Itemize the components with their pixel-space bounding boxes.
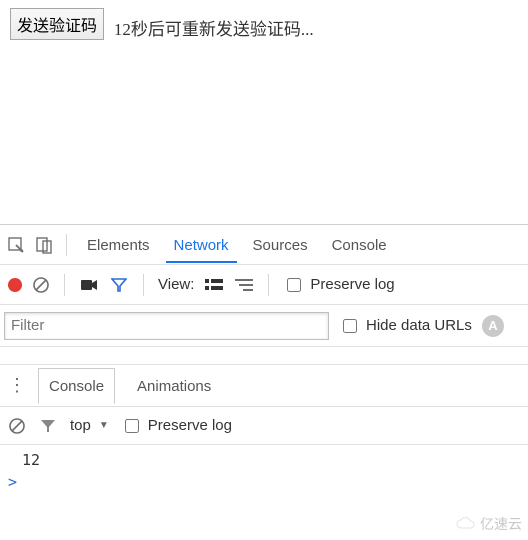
divider: [143, 274, 144, 296]
page-content: 发送验证码 12秒后可重新发送验证码...: [0, 0, 528, 224]
console-log-line: 12: [0, 449, 528, 471]
console-context-selector[interactable]: top ▼: [70, 417, 109, 434]
network-filter-bar: Hide data URLs A: [0, 305, 528, 347]
inspect-icon[interactable]: [6, 235, 26, 255]
divider: [64, 274, 65, 296]
tab-console[interactable]: Console: [324, 227, 395, 262]
tab-network[interactable]: Network: [166, 227, 237, 263]
tab-elements[interactable]: Elements: [79, 227, 158, 262]
send-code-button[interactable]: 发送验证码: [10, 8, 104, 40]
console-toolbar: top ▼ Preserve log: [0, 407, 528, 445]
preserve-log-input[interactable]: [287, 278, 301, 292]
console-prompt[interactable]: >: [0, 471, 528, 493]
countdown-text: 12秒后可重新发送验证码...: [114, 20, 314, 39]
console-filter-icon[interactable]: [38, 416, 58, 436]
filter-icon[interactable]: [109, 275, 129, 295]
waterfall-icon[interactable]: [234, 275, 254, 295]
divider: [66, 234, 67, 256]
preserve-log-checkbox[interactable]: Preserve log: [283, 275, 394, 295]
divider: [268, 274, 269, 296]
watermark: 亿速云: [456, 514, 522, 534]
network-toolbar: View: Preserve log: [0, 265, 528, 305]
filter-input[interactable]: [4, 312, 329, 340]
device-icon[interactable]: [34, 235, 54, 255]
drawer-tabs: ⋮ Console Animations: [0, 365, 528, 407]
drawer-tab-console[interactable]: Console: [38, 368, 115, 404]
kebab-icon[interactable]: ⋮: [8, 375, 26, 396]
devtools-panel: Elements Network Sources Console View: P…: [0, 224, 528, 493]
console-preserve-log-input[interactable]: [125, 419, 139, 433]
record-icon[interactable]: [8, 278, 22, 292]
watermark-text: 亿速云: [480, 514, 522, 534]
console-clear-icon[interactable]: [8, 417, 26, 435]
hide-data-urls-label: Hide data URLs: [366, 317, 472, 334]
view-label: View:: [158, 276, 194, 293]
hide-data-urls-input[interactable]: [343, 319, 357, 333]
filter-badge[interactable]: A: [482, 315, 504, 337]
preserve-log-label: Preserve log: [310, 276, 394, 293]
chevron-down-icon: ▼: [99, 420, 109, 431]
drawer-tab-animations[interactable]: Animations: [127, 369, 221, 403]
console-preserve-log-label: Preserve log: [148, 417, 232, 434]
console-preserve-log-checkbox[interactable]: Preserve log: [121, 416, 232, 436]
large-rows-icon[interactable]: [204, 275, 224, 295]
tab-sources[interactable]: Sources: [245, 227, 316, 262]
clear-icon[interactable]: [32, 276, 50, 294]
camera-icon[interactable]: [79, 275, 99, 295]
devtools-tabbar: Elements Network Sources Console: [0, 225, 528, 265]
hide-data-urls-checkbox[interactable]: Hide data URLs: [339, 316, 472, 336]
console-context-label: top: [70, 417, 91, 434]
console-body: 12 >: [0, 445, 528, 493]
network-grid-empty: [0, 347, 528, 365]
